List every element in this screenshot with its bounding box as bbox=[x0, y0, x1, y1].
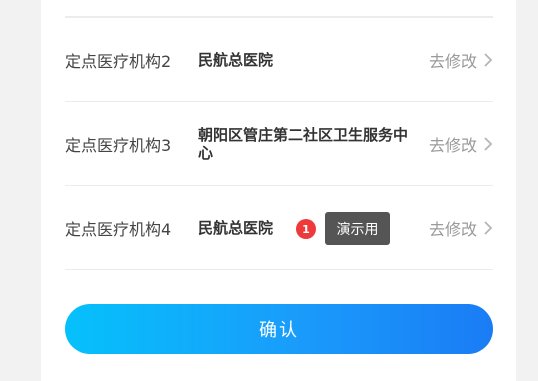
row-value: 朝阳区管庄第二社区卫生服务中心 bbox=[198, 126, 409, 162]
modify-label: 去修改 bbox=[428, 52, 477, 71]
demo-tooltip: 演示用 bbox=[325, 212, 390, 245]
row-label: 定点医疗机构3 bbox=[65, 136, 172, 155]
chevron-right-icon bbox=[484, 221, 493, 235]
row-label: 定点医疗机构4 bbox=[65, 220, 172, 239]
list-item: 定点医疗机构2 民航总医院 去修改 bbox=[65, 17, 493, 101]
list-item: 定点医疗机构4 民航总医院 去修改 bbox=[65, 185, 493, 269]
list-item: 定点医疗机构3 朝阳区管庄第二社区卫生服务中心 去修改 bbox=[65, 101, 493, 185]
confirm-button[interactable]: 确认 bbox=[65, 304, 493, 354]
row-value: 民航总医院 bbox=[198, 51, 274, 69]
step-badge: 1 bbox=[296, 219, 316, 239]
row-label: 定点医疗机构2 bbox=[65, 52, 172, 71]
divider bbox=[65, 269, 493, 270]
modify-button[interactable]: 去修改 bbox=[429, 18, 493, 102]
modify-label: 去修改 bbox=[428, 220, 477, 239]
hospital-list-card: 定点医疗机构2 民航总医院 去修改 定点医疗机构3 朝阳区管庄第二社区卫生服务中… bbox=[41, 0, 516, 381]
modify-label: 去修改 bbox=[428, 136, 477, 155]
chevron-right-icon bbox=[484, 53, 493, 67]
modify-button[interactable]: 去修改 bbox=[429, 102, 493, 186]
chevron-right-icon bbox=[484, 137, 493, 151]
modify-button[interactable]: 去修改 bbox=[429, 186, 493, 270]
